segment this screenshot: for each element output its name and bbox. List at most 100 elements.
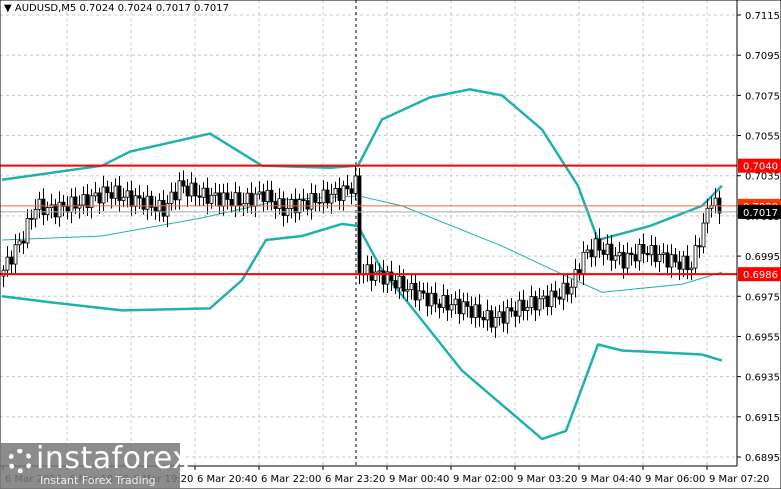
candle-body [685,255,690,271]
candle-body [497,311,502,318]
candle-body [349,188,354,194]
candle-body [181,180,186,187]
candle-body [549,290,554,308]
candle-body [305,200,310,210]
candle-body [633,254,638,262]
price-tick-label: 0.7055 [745,132,780,143]
candle-body [321,189,326,204]
candle-body [461,301,466,315]
candle-body [509,307,514,312]
candle-body [413,282,418,301]
candle-body [229,198,234,207]
price-tick-label: 0.7035 [745,172,780,183]
candle-body [177,180,182,201]
candle-body [421,290,426,294]
candle-body [185,185,190,197]
logo-name: instaforex [36,441,191,476]
ohlc-values: 0.7024 0.7024 0.7017 0.7017 [79,3,229,14]
candle-body [193,182,198,197]
candle-body [637,243,642,262]
candle-body [545,295,550,308]
candle-body [357,175,362,275]
candle-body [213,192,218,196]
candle-body [617,251,622,257]
price-tick-label: 0.7095 [745,51,780,62]
candle-body [129,190,134,207]
candle-body [289,199,294,209]
candle-body [605,243,610,255]
candle-body [405,289,410,292]
candle-body [273,201,278,209]
price-tag-label: 0.7017 [743,208,778,219]
price-tag-label: 0.6986 [743,270,778,281]
candle-body [645,253,650,256]
price-tick-label: 0.6895 [745,453,780,464]
candle-body [493,316,498,328]
time-tick-label: 9 Mar 00:40 [389,474,449,485]
candle-body [689,267,694,271]
candle-body [425,292,430,307]
candle-body [353,175,358,194]
candle-body [477,304,482,318]
chart-window[interactable]: 0.71150.70950.70750.70550.70350.70150.69… [0,0,781,489]
candle-body [429,292,434,307]
gear-logo-icon [8,449,32,473]
time-tick-label: 9 Mar 06:00 [645,474,705,485]
candle-body [165,203,170,217]
candle-body [345,185,350,190]
candle-body [337,188,342,201]
candle-body [485,310,490,321]
time-tick-label: 9 Mar 02:00 [453,474,513,485]
candle-body [445,295,450,311]
candle-body [221,192,226,207]
candle-body [653,245,658,262]
candle-body [585,249,590,253]
candle-body [33,208,38,220]
candle-body [677,261,682,270]
candle-body [393,280,398,289]
candle-body [141,197,146,210]
candle-body [409,282,414,291]
symbol-label: AUDUSD,M5 [14,3,77,14]
candle-body [109,192,114,199]
candle-body [469,306,474,318]
candle-body [601,249,606,255]
candle-body [313,193,318,203]
candle-body [565,282,570,295]
candle-body [557,296,562,300]
candle-body [245,192,250,205]
candle-body [649,245,654,256]
candle-body [9,256,14,265]
price-tick-label: 0.7075 [745,91,780,102]
candle-body [265,189,270,202]
candle-body [81,194,86,206]
candle-body [437,303,442,308]
price-tick-label: 0.6975 [745,292,780,303]
candle-body [525,306,530,311]
candle-body [25,217,30,244]
candle-body [465,301,470,307]
candle-body [97,192,102,204]
candle-body [301,199,306,202]
candle-body [17,240,22,246]
candle-body [133,195,138,207]
candle-body [541,295,546,300]
candle-body [609,243,614,261]
candle-body [377,270,382,273]
candle-body [5,256,10,271]
candle-body [93,192,98,197]
candle-body [669,254,674,268]
price-chart[interactable]: 0.71150.70950.70750.70550.70350.70150.69… [0,0,781,489]
candle-body [269,189,274,202]
candle-body [613,255,618,261]
candle-body [101,186,106,204]
candle-body [145,195,150,210]
candle-body [581,251,586,275]
candle-body [29,217,34,220]
candle-body [365,264,370,275]
candle-body [173,191,178,201]
candle-body [277,198,282,209]
candle-body [473,304,478,318]
collapse-arrow-icon[interactable]: ▼ [4,3,12,14]
candle-body [517,299,522,317]
